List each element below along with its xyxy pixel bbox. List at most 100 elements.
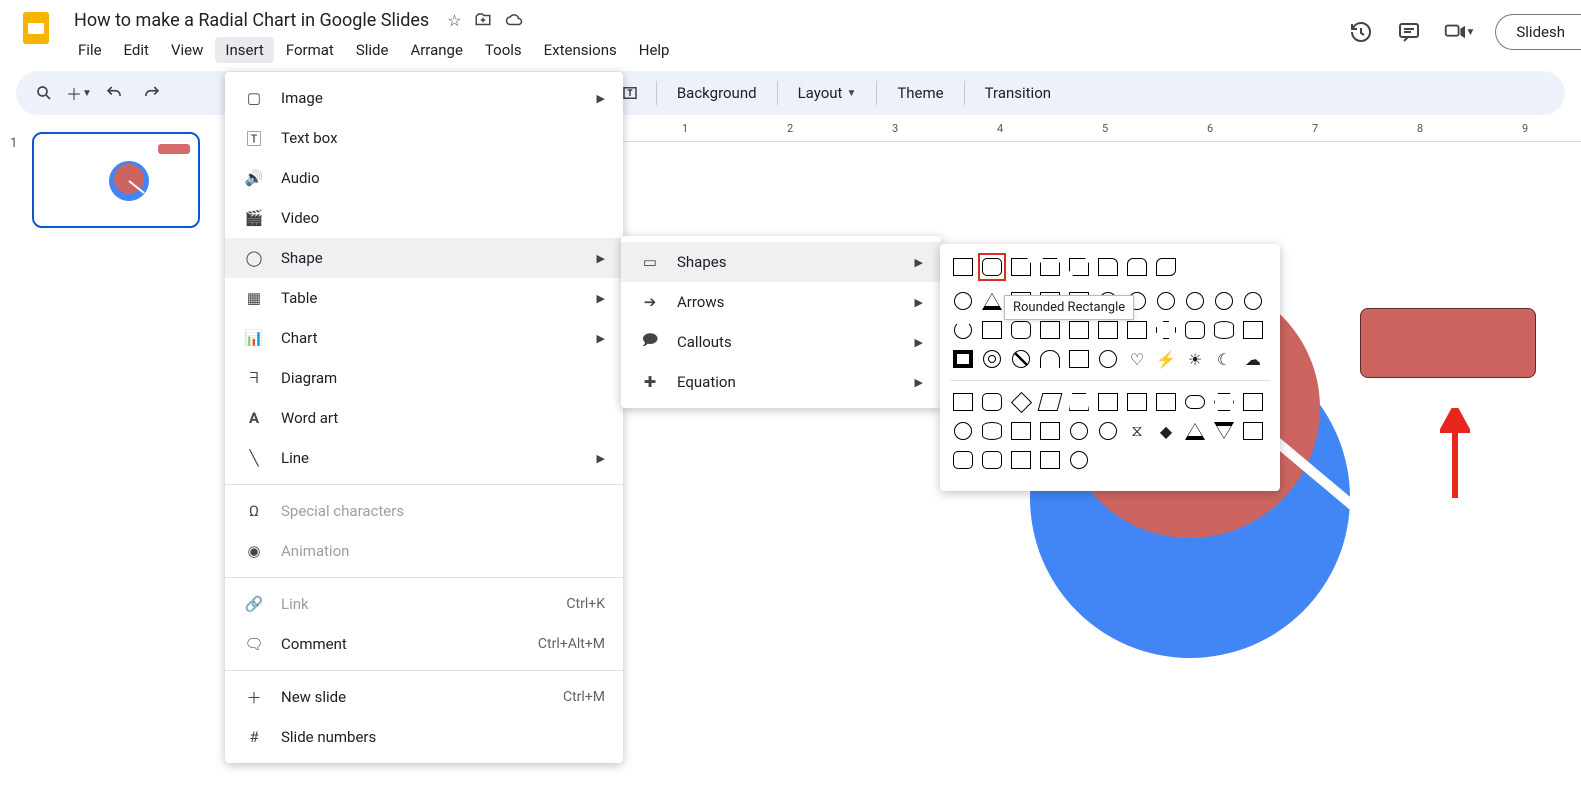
insert-image[interactable]: ▢Image▶	[225, 78, 623, 118]
insert-video[interactable]: 🎬Video	[225, 198, 623, 238]
shape-cross[interactable]	[1153, 317, 1179, 343]
flow-trap[interactable]	[1066, 389, 1092, 415]
shape-callouts[interactable]: 🗩Callouts▶	[621, 322, 941, 362]
undo-button[interactable]	[98, 77, 130, 109]
menu-edit[interactable]: Edit	[114, 37, 159, 63]
shape-noentry[interactable]	[1008, 346, 1034, 372]
flow-g4[interactable]	[1240, 389, 1266, 415]
present-icon[interactable]: ▼	[1443, 18, 1475, 46]
shape-generic-7[interactable]	[1182, 288, 1208, 314]
flow-diamond[interactable]	[1008, 389, 1034, 415]
shape-generic-14[interactable]	[1095, 317, 1121, 343]
shape-arc[interactable]	[1037, 346, 1063, 372]
insert-wordart[interactable]: AWord art	[225, 398, 623, 438]
background-button[interactable]: Background	[667, 78, 767, 108]
insert-audio[interactable]: 🔊Audio	[225, 158, 623, 198]
flow-g16[interactable]	[1037, 447, 1063, 473]
shape-lightning[interactable]: ⚡	[1153, 346, 1179, 372]
slideshow-button[interactable]: Slidesh	[1495, 14, 1581, 50]
insert-slide-numbers[interactable]: #Slide numbers	[225, 717, 623, 757]
menu-file[interactable]: File	[68, 37, 112, 63]
shape-smiley[interactable]	[1095, 346, 1121, 372]
insert-new-slide[interactable]: ＋New slideCtrl+M	[225, 677, 623, 717]
shape-cylinder[interactable]	[1211, 317, 1237, 343]
history-icon[interactable]	[1347, 18, 1375, 46]
flow-rect[interactable]	[950, 389, 976, 415]
shape-shapes[interactable]: ▭Shapes▶	[621, 242, 941, 282]
cloud-status-icon[interactable]	[504, 11, 524, 30]
menu-view[interactable]: View	[161, 37, 213, 63]
flow-round-rect[interactable]	[979, 389, 1005, 415]
shape-oval[interactable]	[950, 288, 976, 314]
menu-arrange[interactable]: Arrange	[400, 37, 472, 63]
canvas-red-rect[interactable]	[1360, 308, 1536, 378]
theme-button[interactable]: Theme	[887, 78, 953, 108]
flow-g9[interactable]	[1095, 418, 1121, 444]
star-icon[interactable]: ☆	[447, 11, 461, 30]
insert-textbox[interactable]: 🅃Text box	[225, 118, 623, 158]
shape-moon[interactable]: ☾	[1211, 346, 1237, 372]
flow-tri2[interactable]	[1182, 418, 1208, 444]
flow-g14[interactable]	[979, 447, 1005, 473]
shape-generic-13[interactable]	[1066, 317, 1092, 343]
search-button[interactable]	[28, 77, 60, 109]
redo-button[interactable]	[136, 77, 168, 109]
insert-line[interactable]: ╲Line▶	[225, 438, 623, 478]
slides-logo[interactable]	[16, 8, 56, 48]
shape-snip2-rect[interactable]	[1037, 254, 1063, 280]
slide-thumbnail[interactable]	[32, 132, 200, 228]
shape-generic-16[interactable]	[1182, 317, 1208, 343]
insert-diagram[interactable]: ᖷDiagram	[225, 358, 623, 398]
menu-help[interactable]: Help	[629, 37, 680, 63]
shape-bevel[interactable]	[950, 346, 976, 372]
shape-cloud[interactable]: ☁	[1240, 346, 1266, 372]
document-title[interactable]: How to make a Radial Chart in Google Sli…	[68, 8, 435, 33]
flow-g12[interactable]	[1240, 418, 1266, 444]
flow-g15[interactable]	[1008, 447, 1034, 473]
shape-triangle[interactable]	[979, 288, 1005, 314]
shape-generic-15[interactable]	[1124, 317, 1150, 343]
shape-generic-10[interactable]	[979, 317, 1005, 343]
flow-circ[interactable]	[950, 418, 976, 444]
shape-generic-9[interactable]	[1240, 288, 1266, 314]
menu-insert[interactable]: Insert	[215, 37, 273, 63]
menu-extensions[interactable]: Extensions	[534, 37, 627, 63]
flow-g3[interactable]	[1153, 389, 1179, 415]
shape-generic-8[interactable]	[1211, 288, 1237, 314]
new-slide-button[interactable]: ＋▼	[66, 77, 92, 109]
shape-pie[interactable]	[950, 317, 976, 343]
shape-generic-6[interactable]	[1153, 288, 1179, 314]
menu-slide[interactable]: Slide	[346, 37, 399, 63]
flow-tri3[interactable]	[1211, 418, 1237, 444]
flow-g1[interactable]	[1095, 389, 1121, 415]
flow-g10[interactable]: ⧖	[1124, 418, 1150, 444]
layout-button[interactable]: Layout▼	[788, 78, 867, 108]
shape-arrows[interactable]: ➔Arrows▶	[621, 282, 941, 322]
shape-rectangle[interactable]	[950, 254, 976, 280]
insert-comment[interactable]: 🗨CommentCtrl+Alt+M	[225, 624, 623, 664]
shape-rounded-rectangle[interactable]	[979, 254, 1005, 280]
shape-sun[interactable]: ☀	[1182, 346, 1208, 372]
flow-g7[interactable]	[1037, 418, 1063, 444]
shape-snip-diag-rect[interactable]	[1066, 254, 1092, 280]
menu-format[interactable]: Format	[276, 37, 344, 63]
insert-chart[interactable]: 📊Chart▶	[225, 318, 623, 358]
flow-g6[interactable]	[1008, 418, 1034, 444]
shape-snip-rect[interactable]	[1008, 254, 1034, 280]
shape-donut[interactable]	[979, 346, 1005, 372]
insert-shape[interactable]: ◯Shape▶	[225, 238, 623, 278]
flow-hex[interactable]	[1211, 389, 1237, 415]
flow-g17[interactable]	[1066, 447, 1092, 473]
shape-generic-11[interactable]	[1008, 317, 1034, 343]
shape-generic-12[interactable]	[1037, 317, 1063, 343]
comments-icon[interactable]	[1395, 18, 1423, 46]
transition-button[interactable]: Transition	[975, 78, 1061, 108]
flow-g2[interactable]	[1124, 389, 1150, 415]
shape-fold[interactable]	[1066, 346, 1092, 372]
flow-g13[interactable]	[950, 447, 976, 473]
shape-round1-rect[interactable]	[1095, 254, 1121, 280]
shape-cube[interactable]	[1240, 317, 1266, 343]
flow-pill[interactable]	[1182, 389, 1208, 415]
move-icon[interactable]	[474, 11, 492, 30]
flow-g5[interactable]	[979, 418, 1005, 444]
